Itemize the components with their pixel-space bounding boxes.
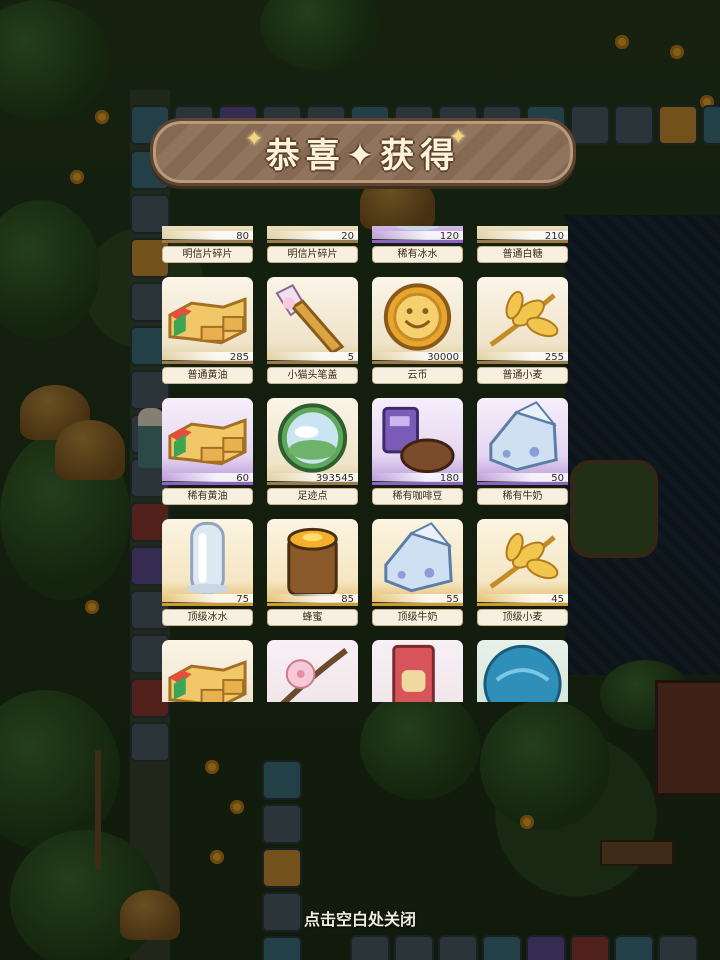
reward-item-card[interactable]	[372, 640, 463, 702]
honey-barrel-icon	[287, 527, 338, 597]
cat-pen-cap-icon	[275, 284, 345, 355]
reward-item-card[interactable]: 55 顶级牛奶	[372, 519, 463, 626]
reward-item-name: 普通小麦	[477, 367, 568, 384]
reward-item-quantity: 50	[477, 473, 568, 485]
reward-item-name: 顶级牛奶	[372, 609, 463, 626]
reward-item-quantity: 5	[267, 352, 358, 364]
butter-icon	[168, 418, 247, 466]
reward-item-card[interactable]: 45 顶级小麦	[477, 519, 568, 626]
reward-item-image	[372, 519, 463, 602]
reward-item-quantity: 30000	[372, 352, 463, 364]
reward-list[interactable]: 80 明信片碎片 20 明信片碎片 120 稀有冰水 210 普通白糖 285 普通黄油 5 小猫头笔…	[162, 226, 572, 702]
reward-item-card[interactable]: 210 普通白糖	[477, 226, 568, 263]
reward-item-card[interactable]: 30000 云币	[372, 277, 463, 384]
sparkle-icon: ✦	[449, 125, 468, 150]
reward-item-name: 普通白糖	[477, 246, 568, 263]
reward-item-name: 稀有牛奶	[477, 488, 568, 505]
reward-row: 75 顶级冰水 85 蜂蜜 55 顶级牛奶 45 顶级小麦	[162, 519, 572, 626]
cloud-coin-icon	[383, 283, 452, 351]
reward-row: 80 明信片碎片 20 明信片碎片 120 稀有冰水 210 普通白糖	[162, 226, 572, 263]
reward-row: 60 稀有黄油 393545 足迹点 180 稀有咖啡豆 50 稀有牛奶	[162, 398, 572, 505]
butter-icon	[168, 297, 247, 345]
reward-item-card[interactable]: 80 明信片碎片	[162, 226, 253, 263]
milk-carton-icon	[384, 522, 453, 593]
reward-item-name: 明信片碎片	[267, 246, 358, 263]
blue-orb-icon	[483, 644, 562, 702]
reward-item-quantity: 393545	[267, 473, 358, 485]
reward-item-name: 稀有咖啡豆	[372, 488, 463, 505]
butter-icon	[168, 660, 247, 702]
reward-item-card[interactable]: 60 稀有黄油	[162, 398, 253, 505]
reward-item-image	[162, 277, 253, 360]
coffee-bean-icon	[382, 406, 455, 474]
reward-item-quantity: 285	[162, 352, 253, 364]
reward-item-image	[372, 277, 463, 360]
reward-item-image	[267, 398, 358, 481]
reward-item-image	[267, 640, 358, 702]
reward-item-name: 稀有冰水	[372, 246, 463, 263]
reward-item-image	[162, 398, 253, 481]
reward-item-name: 足迹点	[267, 488, 358, 505]
reward-item-quantity: 85	[267, 594, 358, 606]
reward-item-image	[267, 277, 358, 360]
reward-item-image	[477, 398, 568, 481]
reward-item-card[interactable]: 20 明信片碎片	[267, 226, 358, 263]
reward-item-name: 蜂蜜	[267, 609, 358, 626]
reward-item-quantity: 120	[372, 231, 463, 243]
reward-item-image	[477, 640, 568, 702]
reward-item-image	[162, 519, 253, 602]
reward-item-quantity: 255	[477, 352, 568, 364]
sparkle-icon: ✦	[245, 127, 264, 152]
reward-item-image	[372, 398, 463, 481]
reward-item-card[interactable]: 85 蜂蜜	[267, 519, 358, 626]
reward-item-image	[372, 640, 463, 702]
reward-item-card[interactable]: 393545 足迹点	[267, 398, 358, 505]
reward-item-quantity: 45	[477, 594, 568, 606]
wheat-icon	[489, 532, 559, 589]
wheat-icon	[489, 290, 559, 347]
reward-item-card[interactable]: 5 小猫头笔盖	[267, 277, 358, 384]
reward-item-card[interactable]: 255 普通小麦	[477, 277, 568, 384]
reward-item-name: 明信片碎片	[162, 246, 253, 263]
reward-item-image	[162, 640, 253, 702]
reward-row: 285 普通黄油 5 小猫头笔盖 30000 云币 255 普通小麦	[162, 277, 572, 384]
reward-item-card[interactable]: 75 顶级冰水	[162, 519, 253, 626]
reward-item-name: 顶级冰水	[162, 609, 253, 626]
reward-item-quantity: 55	[372, 594, 463, 606]
reward-item-card[interactable]: 180 稀有咖啡豆	[372, 398, 463, 505]
reward-item-name: 稀有黄油	[162, 488, 253, 505]
cherry-blossom-icon	[280, 647, 348, 702]
reward-item-image	[267, 519, 358, 602]
reward-item-card[interactable]: 285 普通黄油	[162, 277, 253, 384]
reward-item-name: 顶级小麦	[477, 609, 568, 626]
close-hint: 点击空白处关闭	[303, 910, 416, 929]
reward-item-card[interactable]	[162, 640, 253, 702]
reward-banner: ✦ ✦ 恭喜✦获得	[150, 118, 576, 186]
reward-item-quantity: 80	[162, 231, 253, 243]
reward-grid: 80 明信片碎片 20 明信片碎片 120 稀有冰水 210 普通白糖 285 普通黄油 5 小猫头笔…	[162, 226, 572, 702]
ice-water-icon	[185, 521, 230, 595]
reward-item-quantity: 60	[162, 473, 253, 485]
reward-title: 恭喜✦获得	[265, 135, 461, 176]
reward-item-image	[477, 277, 568, 360]
reward-item-quantity: 180	[372, 473, 463, 485]
reward-item-card[interactable]	[267, 640, 358, 702]
reward-item-image	[477, 519, 568, 602]
reward-item-quantity: 75	[162, 594, 253, 606]
reward-row	[162, 640, 572, 702]
reward-item-card[interactable]	[477, 640, 568, 702]
reward-item-name: 普通黄油	[162, 367, 253, 384]
reward-item-name: 小猫头笔盖	[267, 367, 358, 384]
reward-item-card[interactable]: 120 稀有冰水	[372, 226, 463, 263]
footprint-orb-icon	[277, 403, 348, 473]
red-bag-icon	[392, 644, 435, 702]
reward-item-quantity: 20	[267, 231, 358, 243]
milk-carton-icon	[489, 401, 558, 472]
reward-item-card[interactable]: 50 稀有牛奶	[477, 398, 568, 505]
reward-item-quantity: 210	[477, 231, 568, 243]
reward-item-name: 云币	[372, 367, 463, 384]
